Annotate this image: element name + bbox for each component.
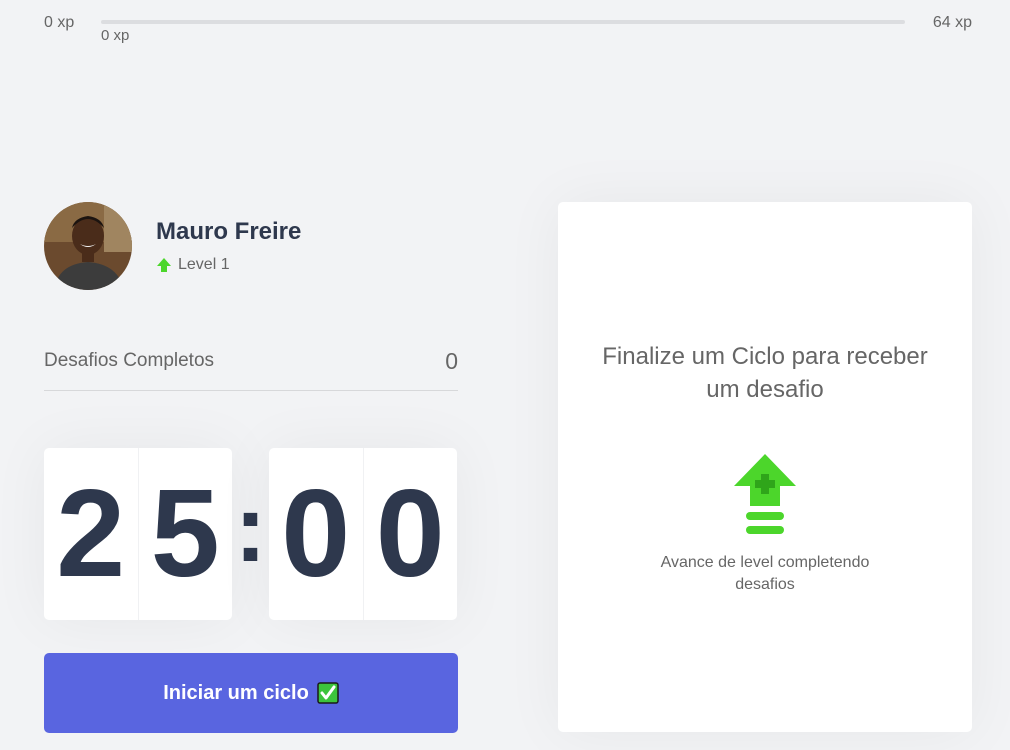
user-level: Level 1 bbox=[156, 256, 230, 274]
level-up-arrow-icon bbox=[157, 258, 171, 272]
completed-challenges-label: Desafios Completos bbox=[44, 350, 215, 371]
start-cycle-label: Iniciar um ciclo bbox=[163, 681, 309, 704]
check-icon bbox=[317, 682, 339, 704]
user-name: Mauro Freire bbox=[156, 218, 302, 245]
level-up-icon bbox=[734, 454, 796, 534]
xp-max-label: 64 xp bbox=[932, 14, 972, 31]
start-cycle-button[interactable]: Iniciar um ciclo bbox=[44, 653, 458, 733]
countdown-separator: : bbox=[234, 475, 267, 582]
minute-ones-digit: 5 bbox=[137, 448, 233, 620]
countdown-seconds: 0 0 bbox=[269, 448, 457, 620]
xp-min-label: 0 xp bbox=[44, 14, 75, 31]
experience-bar: 0 xp 0 xp 64 xp bbox=[0, 0, 1010, 60]
second-ones-digit: 0 bbox=[362, 448, 458, 620]
xp-progress-track bbox=[101, 20, 905, 24]
xp-current-label: 0 xp bbox=[101, 27, 130, 44]
challenge-box: Finalize um Ciclo para receber um desafi… bbox=[558, 202, 972, 732]
completed-challenges-count: 0 bbox=[445, 348, 458, 374]
profile: Mauro Freire Level 1 bbox=[44, 202, 464, 290]
avatar bbox=[44, 202, 132, 290]
challenge-box-description: Avance de level completendo desafios bbox=[660, 554, 870, 593]
second-tens-digit: 0 bbox=[281, 465, 351, 603]
completed-challenges: Desafios Completos 0 bbox=[44, 346, 458, 391]
countdown: 2 5 : 0 0 bbox=[44, 448, 458, 620]
countdown-minutes: 2 5 bbox=[44, 448, 232, 620]
level-label: Level 1 bbox=[178, 256, 230, 273]
challenge-box-title: Finalize um Ciclo para receber um desafi… bbox=[602, 343, 928, 403]
minute-tens-digit: 2 bbox=[56, 465, 126, 603]
